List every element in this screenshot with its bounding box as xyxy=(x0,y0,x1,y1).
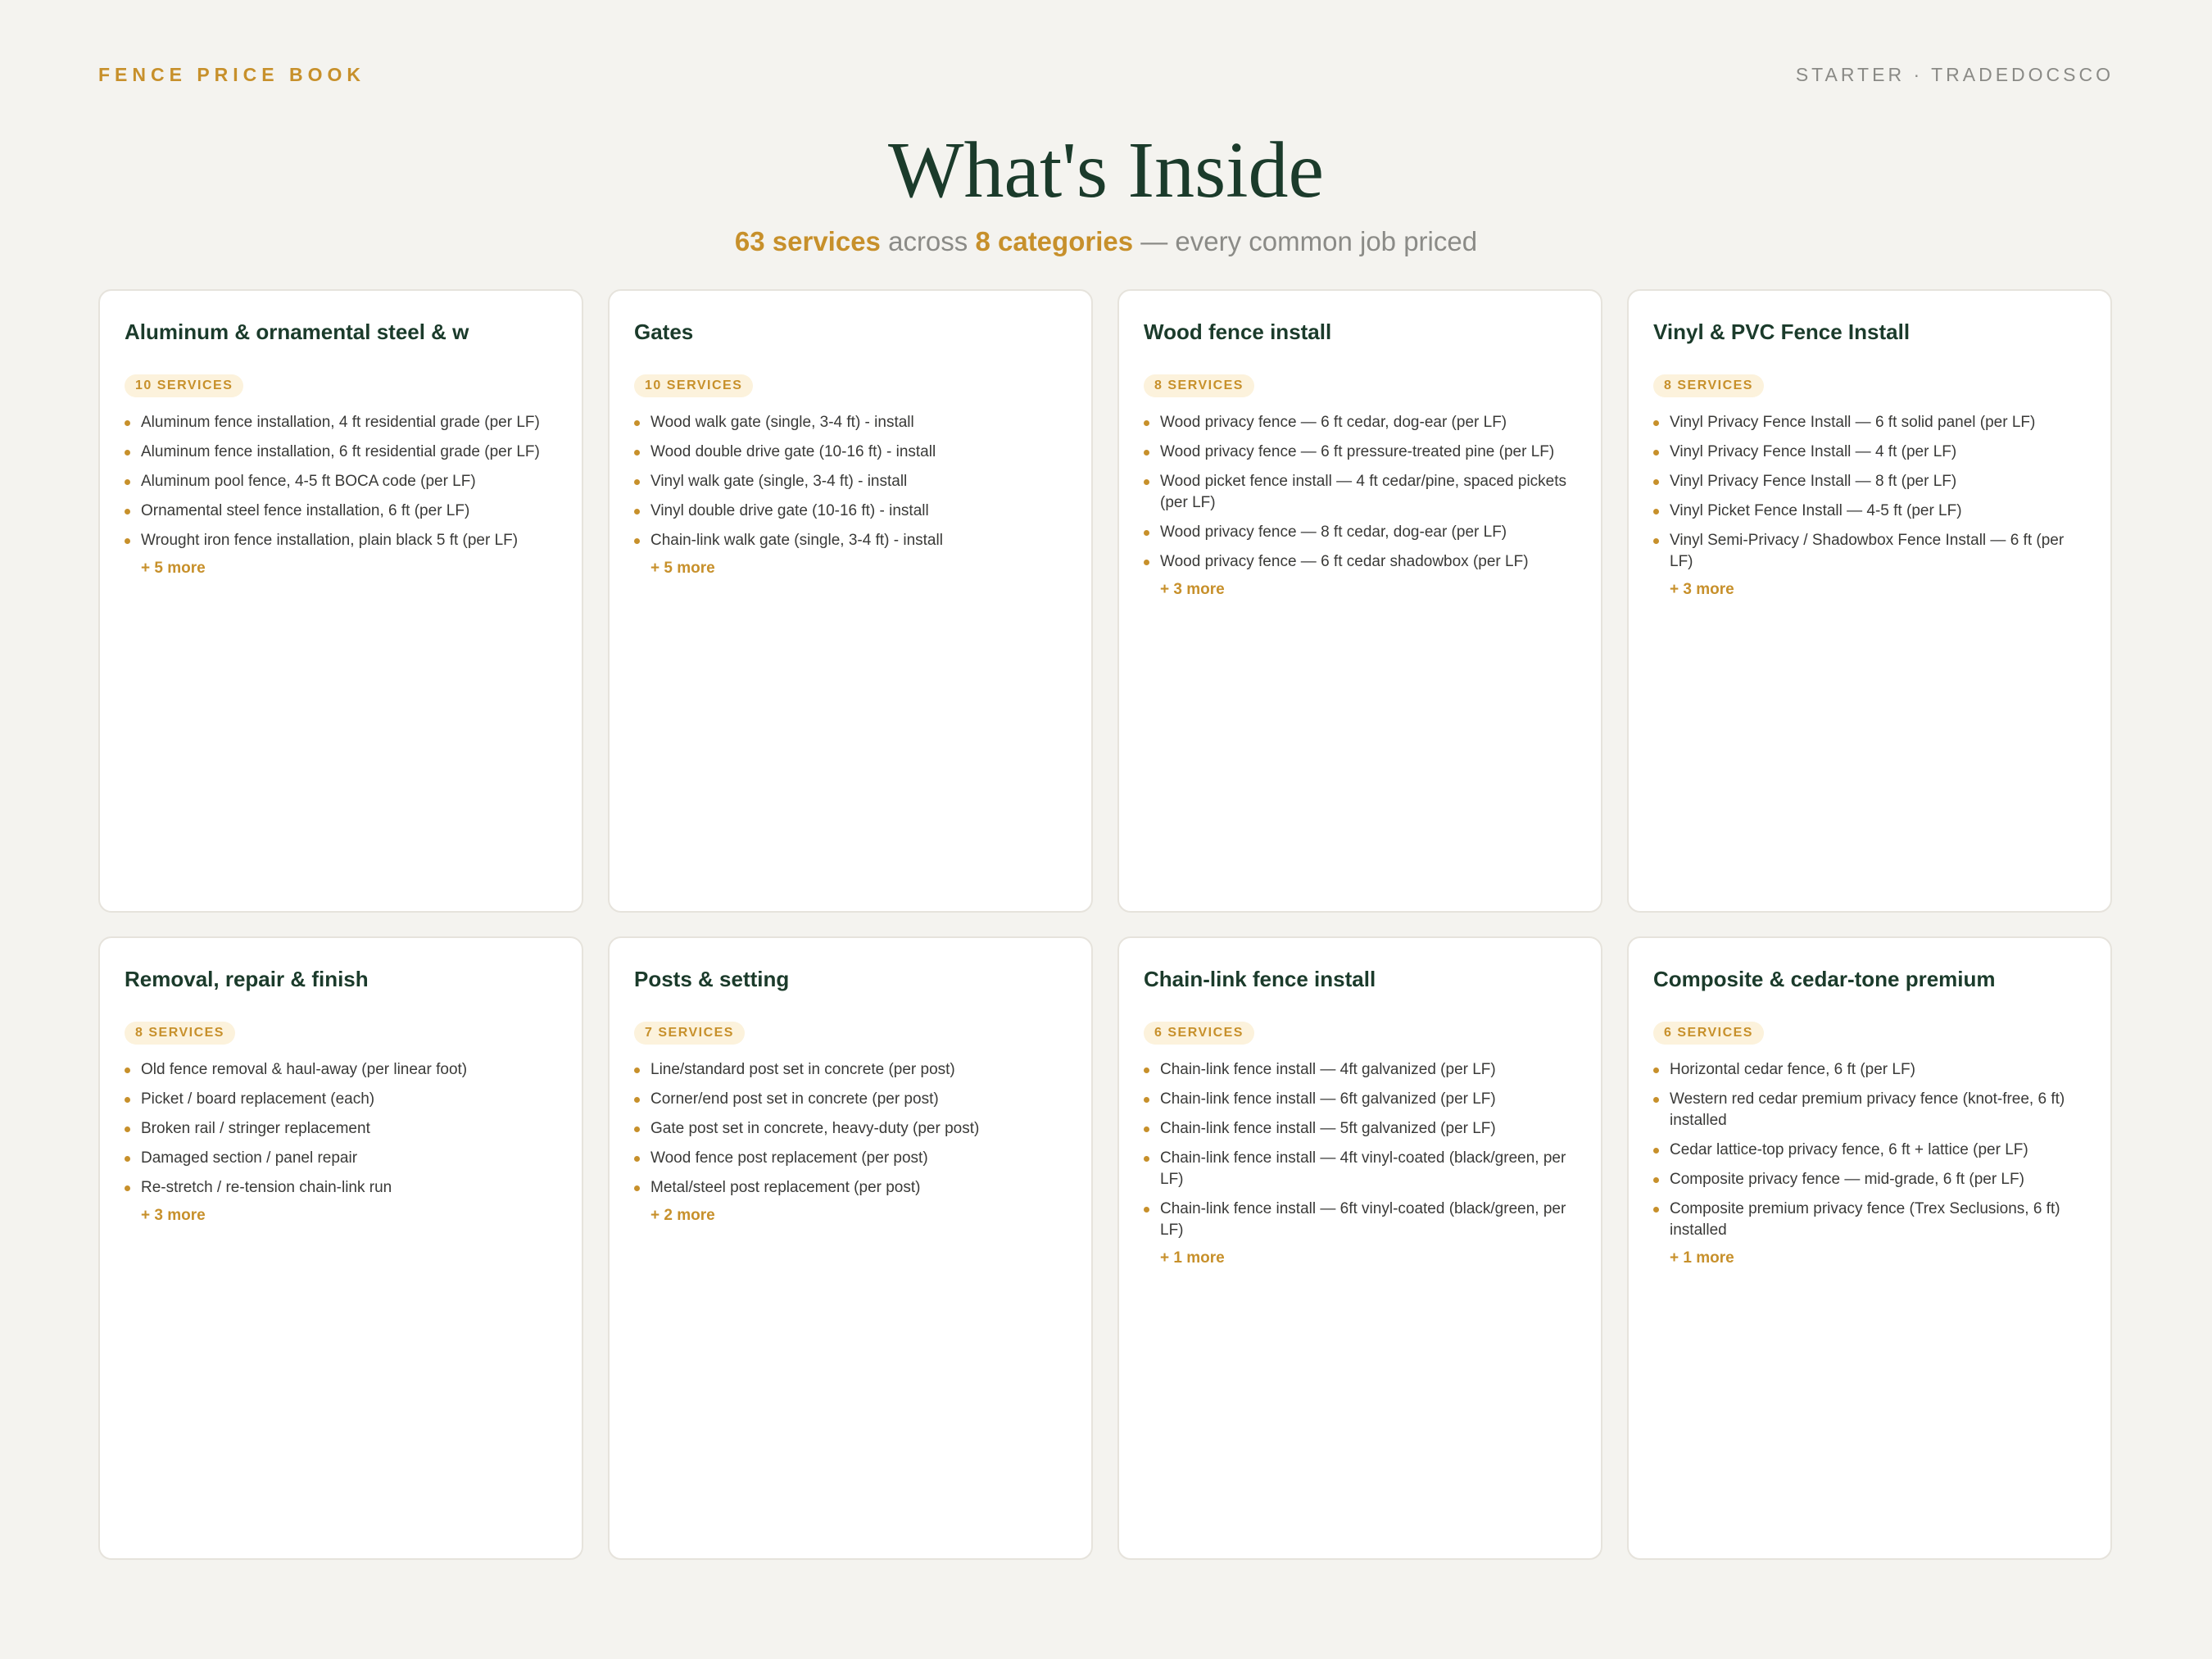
list-item: Chain-link walk gate (single, 3-4 ft) - … xyxy=(634,530,1067,551)
service-list: Wood privacy fence — 6 ft cedar, dog-ear… xyxy=(1144,412,1576,573)
list-item: Vinyl Privacy Fence Install — 6 ft solid… xyxy=(1653,412,2086,433)
list-item: Vinyl Picket Fence Install — 4-5 ft (per… xyxy=(1653,501,2086,522)
list-item: Cedar lattice-top privacy fence, 6 ft + … xyxy=(1653,1140,2086,1161)
services-badge: 7 SERVICES xyxy=(634,1022,745,1045)
list-item: Broken rail / stringer replacement xyxy=(125,1118,557,1140)
list-item: Metal/steel post replacement (per post) xyxy=(634,1177,1067,1199)
list-item: Chain-link fence install — 6ft vinyl-coa… xyxy=(1144,1199,1576,1241)
service-list: Horizontal cedar fence, 6 ft (per LF) We… xyxy=(1653,1059,2086,1241)
list-item: Line/standard post set in concrete (per … xyxy=(634,1059,1067,1081)
top-bar: FENCE PRICE BOOK STARTER · TRADEDOCSCO xyxy=(98,64,2114,86)
category-grid: Aluminum & ornamental steel & w 10 SERVI… xyxy=(98,289,2114,1560)
list-item: Corner/end post set in concrete (per pos… xyxy=(634,1089,1067,1110)
service-list: Wood walk gate (single, 3-4 ft) - instal… xyxy=(634,412,1067,551)
list-item: Wood walk gate (single, 3-4 ft) - instal… xyxy=(634,412,1067,433)
page-subtitle: 63 services across 8 categories — every … xyxy=(0,226,2212,257)
list-item: Vinyl double drive gate (10-16 ft) - ins… xyxy=(634,501,1067,522)
services-badge: 8 SERVICES xyxy=(125,1022,235,1045)
list-item: Vinyl Semi-Privacy / Shadowbox Fence Ins… xyxy=(1653,530,2086,573)
list-item: Wood privacy fence — 8 ft cedar, dog-ear… xyxy=(1144,522,1576,543)
list-item: Chain-link fence install — 6ft galvanize… xyxy=(1144,1089,1576,1110)
category-card: Composite & cedar-tone premium 6 SERVICE… xyxy=(1627,936,2112,1560)
more-link: + 3 more xyxy=(1160,581,1225,598)
service-list: Chain-link fence install — 4ft galvanize… xyxy=(1144,1059,1576,1241)
category-card: Removal, repair & finish 8 SERVICES Old … xyxy=(98,936,583,1560)
hero: What's Inside 63 services across 8 categ… xyxy=(0,121,2212,257)
list-item: Wood privacy fence — 6 ft pressure-treat… xyxy=(1144,442,1576,463)
service-list: Vinyl Privacy Fence Install — 6 ft solid… xyxy=(1653,412,2086,573)
list-item: Composite premium privacy fence (Trex Se… xyxy=(1653,1199,2086,1241)
more-link: + 5 more xyxy=(141,560,206,577)
services-badge: 10 SERVICES xyxy=(634,374,754,397)
more-link: + 5 more xyxy=(650,560,715,577)
brand-label: FENCE PRICE BOOK xyxy=(98,64,366,85)
category-title: Removal, repair & finish xyxy=(125,967,369,991)
list-item: Old fence removal & haul-away (per linea… xyxy=(125,1059,557,1081)
list-item: Composite privacy fence — mid-grade, 6 f… xyxy=(1653,1169,2086,1190)
more-link: + 1 more xyxy=(1670,1249,1734,1267)
category-title: Aluminum & ornamental steel & w xyxy=(125,320,469,344)
list-item: Wood privacy fence — 6 ft cedar, dog-ear… xyxy=(1144,412,1576,433)
category-title: Composite & cedar-tone premium xyxy=(1653,967,1996,991)
list-item: Ornamental steel fence installation, 6 f… xyxy=(125,501,557,522)
services-badge: 10 SERVICES xyxy=(125,374,244,397)
list-item: Chain-link fence install — 4ft vinyl-coa… xyxy=(1144,1148,1576,1190)
services-badge: 8 SERVICES xyxy=(1653,374,1764,397)
edition-label: STARTER · TRADEDOCSCO xyxy=(1795,64,2114,85)
more-link: + 2 more xyxy=(650,1207,715,1224)
list-item: Vinyl Privacy Fence Install — 4 ft (per … xyxy=(1653,442,2086,463)
more-link: + 3 more xyxy=(1670,581,1734,598)
more-link: + 3 more xyxy=(141,1207,206,1224)
category-title: Wood fence install xyxy=(1144,320,1332,344)
categories-count: 8 categories xyxy=(975,226,1134,256)
category-title: Gates xyxy=(634,320,694,344)
list-item: Wood fence post replacement (per post) xyxy=(634,1148,1067,1169)
category-card: Posts & setting 7 SERVICES Line/standard… xyxy=(608,936,1093,1560)
list-item: Re-stretch / re-tension chain-link run xyxy=(125,1177,557,1199)
list-item: Vinyl Privacy Fence Install — 8 ft (per … xyxy=(1653,471,2086,492)
category-card: Aluminum & ornamental steel & w 10 SERVI… xyxy=(98,289,583,913)
list-item: Gate post set in concrete, heavy-duty (p… xyxy=(634,1118,1067,1140)
list-item: Horizontal cedar fence, 6 ft (per LF) xyxy=(1653,1059,2086,1081)
subtitle-rest: — every common job priced xyxy=(1133,226,1478,256)
services-badge: 6 SERVICES xyxy=(1653,1022,1764,1045)
list-item: Aluminum pool fence, 4-5 ft BOCA code (p… xyxy=(125,471,557,492)
list-item: Western red cedar premium privacy fence … xyxy=(1653,1089,2086,1131)
category-card: Gates 10 SERVICES Wood walk gate (single… xyxy=(608,289,1093,913)
list-item: Wood privacy fence — 6 ft cedar shadowbo… xyxy=(1144,551,1576,573)
services-badge: 8 SERVICES xyxy=(1144,374,1254,397)
list-item: Wood double drive gate (10-16 ft) - inst… xyxy=(634,442,1067,463)
category-card: Wood fence install 8 SERVICES Wood priva… xyxy=(1117,289,1602,913)
list-item: Damaged section / panel repair xyxy=(125,1148,557,1169)
list-item: Aluminum fence installation, 6 ft reside… xyxy=(125,442,557,463)
list-item: Chain-link fence install — 4ft galvanize… xyxy=(1144,1059,1576,1081)
category-title: Vinyl & PVC Fence Install xyxy=(1653,320,1911,344)
category-title: Posts & setting xyxy=(634,967,790,991)
service-list: Aluminum fence installation, 4 ft reside… xyxy=(125,412,557,551)
list-item: Aluminum fence installation, 4 ft reside… xyxy=(125,412,557,433)
category-card: Vinyl & PVC Fence Install 8 SERVICES Vin… xyxy=(1627,289,2112,913)
subtitle-across: across xyxy=(880,226,976,256)
category-title: Chain-link fence install xyxy=(1144,967,1376,991)
page-title: What's Inside xyxy=(887,126,1324,215)
list-item: Wood picket fence install — 4 ft cedar/p… xyxy=(1144,471,1576,514)
list-item: Wrought iron fence installation, plain b… xyxy=(125,530,557,551)
list-item: Picket / board replacement (each) xyxy=(125,1089,557,1110)
list-item: Chain-link fence install — 5ft galvanize… xyxy=(1144,1118,1576,1140)
services-badge: 6 SERVICES xyxy=(1144,1022,1254,1045)
services-count: 63 services xyxy=(734,226,881,256)
service-list: Old fence removal & haul-away (per linea… xyxy=(125,1059,557,1199)
list-item: Vinyl walk gate (single, 3-4 ft) - insta… xyxy=(634,471,1067,492)
more-link: + 1 more xyxy=(1160,1249,1225,1267)
service-list: Line/standard post set in concrete (per … xyxy=(634,1059,1067,1199)
category-card: Chain-link fence install 6 SERVICES Chai… xyxy=(1117,936,1602,1560)
